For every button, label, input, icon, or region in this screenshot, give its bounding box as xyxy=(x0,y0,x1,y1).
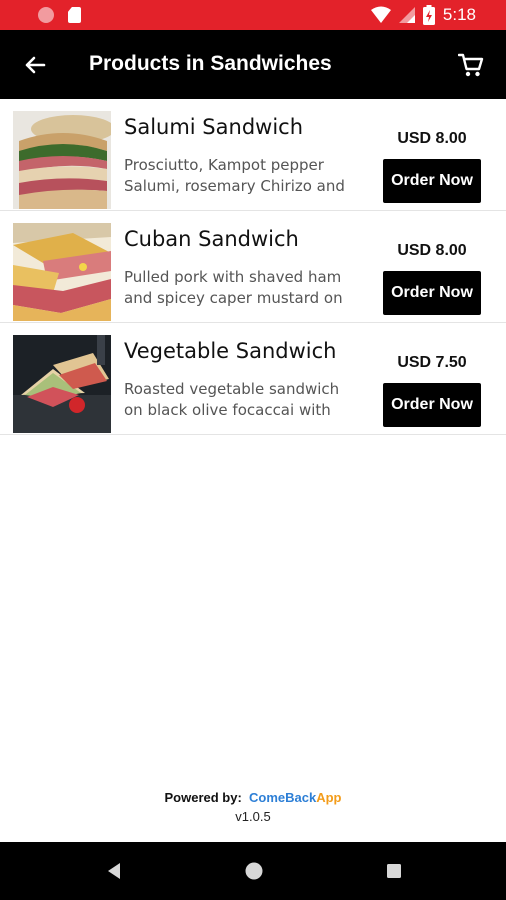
powered-by-line: Powered by: ComeBackApp xyxy=(0,790,506,805)
version-label: v1.0.5 xyxy=(235,809,271,824)
arrow-left-icon xyxy=(25,56,46,74)
product-list: Salumi Sandwich Prosciutto, Kampot peppe… xyxy=(0,99,506,435)
product-price: USD 7.50 xyxy=(397,354,467,371)
nav-back-icon[interactable] xyxy=(104,861,124,881)
product-image[interactable] xyxy=(13,111,111,209)
product-image[interactable] xyxy=(13,335,111,433)
brand-name-come[interactable]: Come xyxy=(249,790,285,805)
wifi-icon xyxy=(370,6,391,23)
brand-name-back[interactable]: Back xyxy=(285,790,316,805)
system-nav-bar xyxy=(0,842,506,900)
product-row[interactable]: Salumi Sandwich Prosciutto, Kampot peppe… xyxy=(0,99,506,211)
product-row[interactable]: Vegetable Sandwich Roasted vegetable san… xyxy=(0,323,506,435)
signal-icon xyxy=(398,7,415,23)
cart-button[interactable] xyxy=(454,48,488,82)
brand-name-app[interactable]: App xyxy=(316,790,341,805)
nav-recents-icon[interactable] xyxy=(384,861,404,881)
status-time: 5:18 xyxy=(442,5,476,24)
order-now-button[interactable]: Order Now xyxy=(383,159,481,203)
sd-card-icon xyxy=(68,7,81,23)
nav-home-icon[interactable] xyxy=(244,861,264,881)
product-name: Vegetable Sandwich xyxy=(124,339,337,363)
product-description: Pulled pork with shaved ham and spicey c… xyxy=(124,268,343,307)
product-image[interactable] xyxy=(13,223,111,321)
product-description: Prosciutto, Kampot pepper Salumi, rosema… xyxy=(124,156,345,195)
product-description: Roasted vegetable sandwich on black oliv… xyxy=(124,380,340,419)
back-button[interactable] xyxy=(18,48,52,82)
page-title: Products in Sandwiches xyxy=(89,52,332,75)
order-now-button[interactable]: Order Now xyxy=(383,383,481,427)
status-bar: 5:18 xyxy=(0,0,506,30)
product-name: Cuban Sandwich xyxy=(124,227,299,251)
footer: Powered by: ComeBackApp v1.0.5 xyxy=(0,790,506,824)
notification-dot-icon xyxy=(38,7,54,23)
product-price: USD 8.00 xyxy=(397,130,467,147)
shopping-cart-icon xyxy=(458,53,484,77)
battery-icon xyxy=(422,5,435,25)
order-now-button[interactable]: Order Now xyxy=(383,271,481,315)
app-bar: Products in Sandwiches xyxy=(0,30,506,99)
product-row[interactable]: Cuban Sandwich Pulled pork with shaved h… xyxy=(0,211,506,323)
product-price: USD 8.00 xyxy=(397,242,467,259)
product-name: Salumi Sandwich xyxy=(124,115,304,139)
powered-by-label: Powered by: xyxy=(164,790,242,805)
